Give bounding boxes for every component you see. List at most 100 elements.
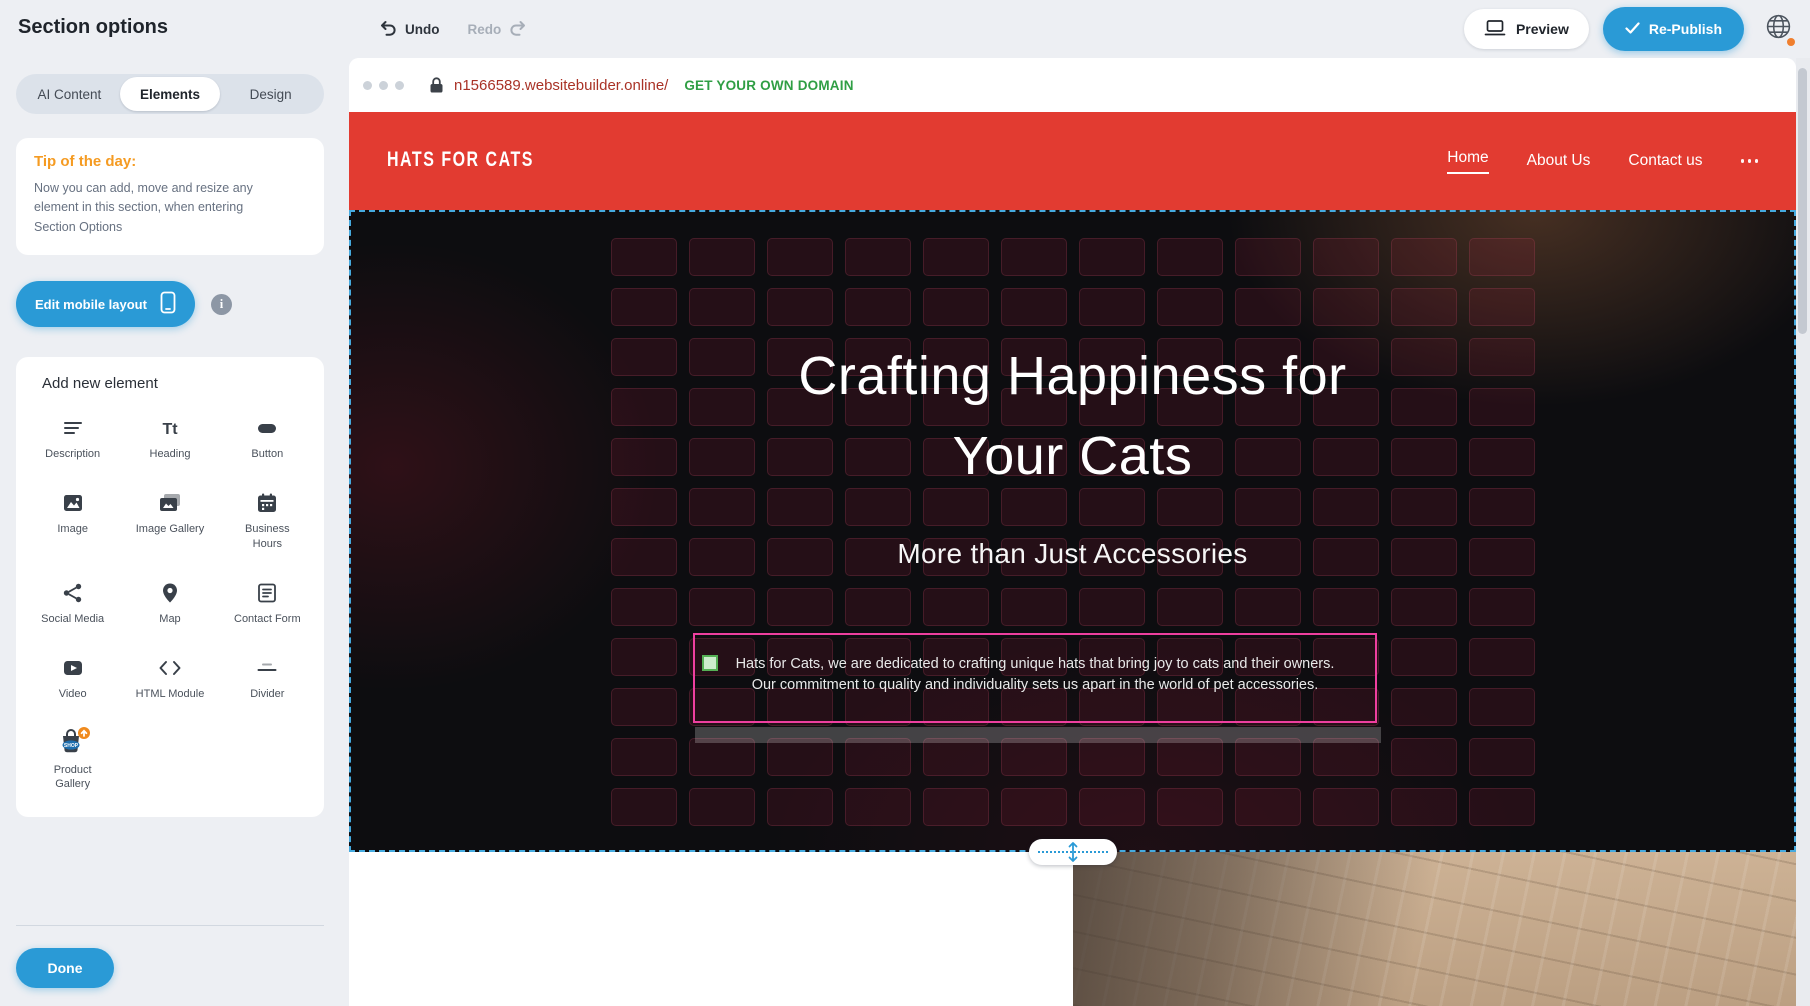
hero-subheading[interactable]: More than Just Accessories	[349, 538, 1796, 570]
hero-heading-line: Crafting Happiness for	[349, 336, 1796, 416]
topbar: Section options Undo Redo Preview	[0, 0, 1810, 58]
element-tile-product-gallery[interactable]: SHOP Product Gallery	[24, 728, 121, 792]
preview-label: Preview	[1516, 21, 1569, 37]
element-tile-image[interactable]: Image	[24, 487, 121, 551]
done-button[interactable]: Done	[16, 948, 114, 988]
site-url: n1566589.websitebuilder.online/	[454, 77, 668, 94]
nav-item-home[interactable]: Home	[1447, 149, 1488, 174]
element-label: Heading	[150, 447, 191, 461]
selected-text-element[interactable]: Hats for Cats, we are dedicated to craft…	[693, 633, 1377, 723]
add-element-card: Add new element Description Tt Heading	[16, 357, 324, 817]
info-button[interactable]: i	[211, 294, 232, 315]
element-tile-image-gallery[interactable]: Image Gallery	[121, 487, 218, 551]
pavement-photo	[1073, 852, 1796, 1006]
video-icon	[61, 652, 85, 680]
scrollbar-thumb[interactable]	[1798, 68, 1807, 334]
editor-scrollbar[interactable]	[1796, 58, 1810, 1006]
tab-elements[interactable]: Elements	[120, 77, 221, 111]
hero-tile	[611, 588, 677, 626]
hero-tile	[1001, 588, 1067, 626]
element-tile-button[interactable]: Button	[219, 412, 316, 461]
hero-tile	[923, 738, 989, 776]
element-tile-description[interactable]: Description	[24, 412, 121, 461]
hero-tile	[689, 238, 755, 276]
hero-tile	[689, 788, 755, 826]
hero-tile	[1391, 638, 1457, 676]
element-label: Divider	[250, 687, 284, 701]
nav-item-contact[interactable]: Contact us	[1628, 152, 1702, 170]
browser-chrome: n1566589.websitebuilder.online/ GET YOUR…	[349, 58, 1796, 112]
hero-tile	[1079, 788, 1145, 826]
get-domain-link[interactable]: GET YOUR OWN DOMAIN	[684, 78, 853, 93]
hero-tile	[1391, 688, 1457, 726]
element-ghost-strip	[695, 727, 1381, 743]
map-pin-icon	[158, 577, 182, 605]
hero-tile	[611, 738, 677, 776]
hero-tile	[1235, 288, 1301, 326]
element-label: Social Media	[41, 612, 104, 626]
next-section	[349, 852, 1796, 1006]
element-tile-video[interactable]: Video	[24, 652, 121, 701]
element-label: Map	[159, 612, 180, 626]
business-hours-icon	[255, 487, 279, 515]
redo-icon	[509, 19, 528, 39]
page-title: Section options	[18, 16, 168, 39]
element-tile-heading[interactable]: Tt Heading	[121, 412, 218, 461]
edit-mobile-layout-button[interactable]: Edit mobile layout	[16, 281, 195, 327]
add-element-title: Add new element	[42, 375, 316, 392]
redo-button[interactable]: Redo	[468, 19, 529, 39]
hero-tile	[1313, 788, 1379, 826]
hero-tile	[845, 738, 911, 776]
element-tile-map[interactable]: Map	[121, 577, 218, 626]
element-label: Business Hours	[230, 522, 304, 551]
phone-icon	[160, 291, 176, 317]
hero-paragraph-line: Hats for Cats, we are dedicated to craft…	[709, 654, 1361, 675]
hero-tile	[689, 738, 755, 776]
hero-tile	[1157, 238, 1223, 276]
hero-paragraph-line: Our commitment to quality and individual…	[709, 675, 1361, 696]
nav-more-icon[interactable]	[1741, 159, 1759, 163]
undo-button[interactable]: Undo	[378, 19, 440, 39]
site-logo[interactable]: HATS FOR CATS	[387, 149, 534, 172]
republish-button[interactable]: Re-Publish	[1603, 7, 1744, 51]
element-label: Description	[45, 447, 100, 461]
history-controls: Undo Redo	[378, 0, 528, 58]
site-header: HATS FOR CATS Home About Us Contact us	[349, 112, 1796, 210]
element-label: Contact Form	[234, 612, 301, 626]
hero-tile	[689, 588, 755, 626]
tab-design[interactable]: Design	[220, 77, 321, 111]
hero-tile	[1079, 238, 1145, 276]
language-globe-button[interactable]	[1758, 9, 1798, 49]
element-drag-handle[interactable]	[702, 655, 718, 671]
hero-tile	[1157, 288, 1223, 326]
nav-item-about[interactable]: About Us	[1527, 152, 1591, 170]
hero-tile	[1469, 288, 1535, 326]
code-icon	[157, 652, 183, 680]
description-icon	[61, 412, 85, 440]
hero-tile	[1235, 238, 1301, 276]
tab-ai-content[interactable]: AI Content	[19, 77, 120, 111]
app: Section options Undo Redo Preview	[0, 0, 1810, 1006]
element-tile-divider[interactable]: Divider	[219, 652, 316, 701]
hero-heading-line: Your Cats	[349, 416, 1796, 496]
element-label: Product Gallery	[36, 763, 110, 792]
element-tile-business-hours[interactable]: Business Hours	[219, 487, 316, 551]
hero-tile	[689, 288, 755, 326]
image-gallery-icon	[157, 487, 183, 515]
editor-canvas: n1566589.websitebuilder.online/ GET YOUR…	[349, 58, 1796, 1006]
element-tile-social-media[interactable]: Social Media	[24, 577, 121, 626]
element-tile-contact-form[interactable]: Contact Form	[219, 577, 316, 626]
hero-tile	[1001, 238, 1067, 276]
hero-tile	[1001, 788, 1067, 826]
hero-tile	[1391, 788, 1457, 826]
hero-section[interactable]: Crafting Happiness for Your Cats More th…	[349, 210, 1796, 852]
tip-title: Tip of the day:	[34, 153, 306, 170]
element-tile-html-module[interactable]: HTML Module	[121, 652, 218, 701]
preview-button[interactable]: Preview	[1464, 9, 1589, 49]
site-nav: Home About Us Contact us	[1447, 149, 1758, 174]
element-label: Button	[251, 447, 283, 461]
hero-heading[interactable]: Crafting Happiness for Your Cats	[349, 336, 1796, 496]
hero-tile	[1469, 588, 1535, 626]
hero-tile	[1001, 738, 1067, 776]
hero-tile	[611, 788, 677, 826]
